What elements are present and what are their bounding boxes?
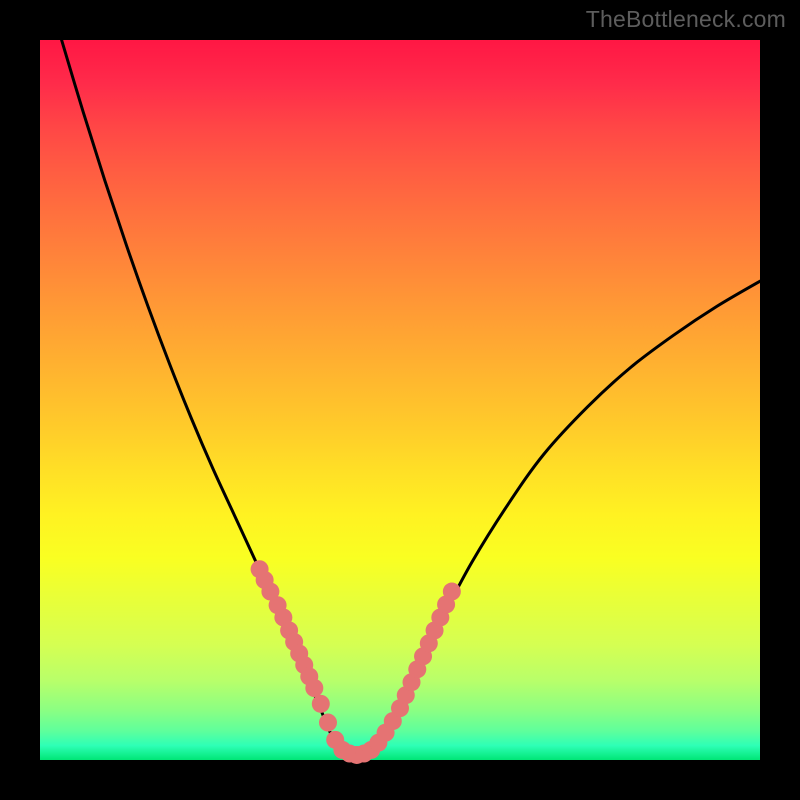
- curve-svg: [40, 40, 760, 760]
- scatter-point: [305, 679, 323, 697]
- scatter-point: [319, 714, 337, 732]
- scatter-markers: [251, 560, 461, 764]
- chart-container: TheBottleneck.com: [0, 0, 800, 800]
- bottleneck-curve: [62, 40, 760, 755]
- scatter-point: [443, 583, 461, 601]
- plot-area: [40, 40, 760, 760]
- scatter-point: [312, 695, 330, 713]
- watermark-text: TheBottleneck.com: [586, 6, 786, 33]
